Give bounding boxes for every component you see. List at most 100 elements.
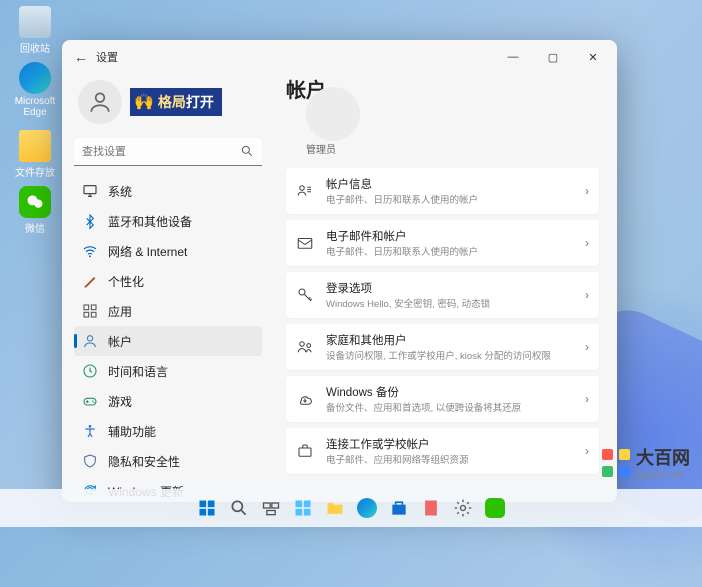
time-icon: [82, 363, 98, 379]
accessibility-icon: [82, 423, 98, 439]
chevron-right-icon: ›: [585, 392, 589, 406]
taskbar-settings[interactable]: [449, 494, 477, 522]
profile-header[interactable]: 🙌 格局打开: [74, 74, 262, 136]
taskbar-wechat[interactable]: [481, 494, 509, 522]
desktop-icon-label: Microsoft Edge: [11, 96, 59, 118]
widgets[interactable]: [289, 494, 317, 522]
settings-card-backup[interactable]: Windows 备份备份文件、应用和首选项, 以便跨设备将其还原 ›: [286, 376, 599, 422]
card-title: Windows 备份: [326, 384, 573, 400]
desktop-icon-label: 文件存放: [11, 164, 59, 179]
sidebar-item-accounts[interactable]: 帐户: [74, 326, 262, 356]
window-title: 设置: [96, 49, 118, 65]
back-button[interactable]: ←: [66, 49, 96, 65]
close-button[interactable]: ✕: [573, 43, 613, 71]
taskbar-edge[interactable]: [353, 494, 381, 522]
accounts-icon: [82, 333, 98, 349]
chevron-right-icon: ›: [585, 288, 589, 302]
sidebar-item-accessibility[interactable]: 辅助功能: [74, 416, 262, 446]
chevron-right-icon: ›: [585, 184, 589, 198]
settings-window: ← 设置 — ▢ ✕ 🙌 格局打开 系统蓝牙和其他设备网络 & Inter: [62, 40, 617, 502]
email-icon: [296, 234, 314, 252]
watermark-logo: [602, 449, 630, 477]
desktop-icon-label: 回收站: [11, 40, 59, 55]
sidebar-item-label: 时间和语言: [108, 363, 168, 380]
system-icon: [82, 183, 98, 199]
settings-card-account-info[interactable]: 帐户信息电子邮件、日历和联系人使用的帐户 ›: [286, 168, 599, 214]
maximize-button[interactable]: ▢: [533, 43, 573, 71]
taskbar-explorer[interactable]: [321, 494, 349, 522]
watermark: 大百网 big100.net: [602, 444, 690, 481]
bluetooth-icon: [82, 213, 98, 229]
chevron-right-icon: ›: [585, 444, 589, 458]
settings-card-signin[interactable]: 登录选项Windows Hello, 安全密钥, 密码, 动态锁 ›: [286, 272, 599, 318]
card-subtitle: 电子邮件、应用和网络等组织资源: [326, 452, 573, 466]
card-title: 家庭和其他用户: [326, 332, 573, 348]
desktop-icon-label: 微信: [11, 220, 59, 235]
card-title: 电子邮件和帐户: [326, 228, 573, 244]
privacy-icon: [82, 453, 98, 469]
profile-banner: 🙌 格局打开: [130, 88, 222, 116]
card-title: 连接工作或学校帐户: [326, 436, 573, 452]
work-icon: [296, 442, 314, 460]
signin-icon: [296, 286, 314, 304]
settings-card-email[interactable]: 电子邮件和帐户电子邮件、日历和联系人使用的帐户 ›: [286, 220, 599, 266]
recycle-bin-icon: [19, 6, 51, 38]
card-subtitle: 电子邮件、日历和联系人使用的帐户: [326, 244, 573, 258]
sidebar-item-label: 系统: [108, 183, 132, 200]
task-view[interactable]: [257, 494, 285, 522]
wechat-icon: [19, 186, 51, 218]
personalization-icon: [82, 273, 98, 289]
family-icon: [296, 338, 314, 356]
settings-card-family[interactable]: 家庭和其他用户设备访问权限, 工作或学校用户, kiosk 分配的访问权限›: [286, 324, 599, 370]
sidebar-item-privacy[interactable]: 隐私和安全性: [74, 446, 262, 476]
network-icon: [82, 243, 98, 259]
sidebar-item-label: 应用: [108, 303, 132, 320]
desktop-icon-recycle-bin[interactable]: 回收站: [11, 6, 59, 55]
folder-icon: [19, 130, 51, 162]
apps-icon: [82, 303, 98, 319]
sidebar-item-network[interactable]: 网络 & Internet: [74, 236, 262, 266]
main-panel: 帐户 管理员 帐户信息电子邮件、日历和联系人使用的帐户›电子邮件和帐户电子邮件、…: [274, 74, 617, 502]
card-subtitle: 电子邮件、日历和联系人使用的帐户: [326, 192, 573, 206]
sidebar-item-time[interactable]: 时间和语言: [74, 356, 262, 386]
sidebar-item-label: 隐私和安全性: [108, 453, 180, 470]
card-subtitle: Windows Hello, 安全密钥, 密码, 动态锁: [326, 296, 573, 310]
sidebar-item-bluetooth[interactable]: 蓝牙和其他设备: [74, 206, 262, 236]
search-input[interactable]: [74, 138, 262, 166]
role-label: 管理员: [306, 141, 599, 156]
sidebar-item-system[interactable]: 系统: [74, 176, 262, 206]
desktop-icon-folder[interactable]: 文件存放: [11, 130, 59, 179]
sidebar-item-label: 游戏: [108, 393, 132, 410]
sidebar-item-apps[interactable]: 应用: [74, 296, 262, 326]
taskbar[interactable]: [0, 489, 702, 527]
card-title: 登录选项: [326, 280, 573, 296]
avatar: [78, 80, 122, 124]
gaming-icon: [82, 393, 98, 409]
desktop-icon-wechat[interactable]: 微信: [11, 186, 59, 235]
search-box[interactable]: [74, 138, 262, 166]
taskbar-docs[interactable]: [417, 494, 445, 522]
sidebar-item-personalization[interactable]: 个性化: [74, 266, 262, 296]
start-button[interactable]: [193, 494, 221, 522]
sidebar-item-label: 帐户: [108, 333, 132, 350]
large-avatar: [306, 87, 360, 141]
search-icon: [240, 144, 254, 158]
settings-card-work[interactable]: 连接工作或学校帐户电子邮件、应用和网络等组织资源 ›: [286, 428, 599, 474]
hands-icon: 🙌: [134, 92, 154, 112]
minimize-button[interactable]: —: [493, 43, 533, 71]
edge-icon: [19, 62, 51, 94]
backup-icon: [296, 390, 314, 408]
chevron-right-icon: ›: [585, 236, 589, 250]
titlebar[interactable]: ← 设置 — ▢ ✕: [62, 40, 617, 74]
card-subtitle: 设备访问权限, 工作或学校用户, kiosk 分配的访问权限: [326, 348, 573, 362]
card-title: 帐户信息: [326, 176, 573, 192]
sidebar-item-label: 蓝牙和其他设备: [108, 213, 192, 230]
sidebar-item-label: 辅助功能: [108, 423, 156, 440]
taskbar-store[interactable]: [385, 494, 413, 522]
sidebar: 🙌 格局打开 系统蓝牙和其他设备网络 & Internet 个性化应用帐户时间和语…: [62, 74, 274, 502]
desktop-icon-edge[interactable]: Microsoft Edge: [11, 62, 59, 118]
sidebar-item-gaming[interactable]: 游戏: [74, 386, 262, 416]
taskbar-search[interactable]: [225, 494, 253, 522]
sidebar-item-label: 网络 & Internet: [108, 243, 187, 260]
card-subtitle: 备份文件、应用和首选项, 以便跨设备将其还原: [326, 400, 573, 414]
